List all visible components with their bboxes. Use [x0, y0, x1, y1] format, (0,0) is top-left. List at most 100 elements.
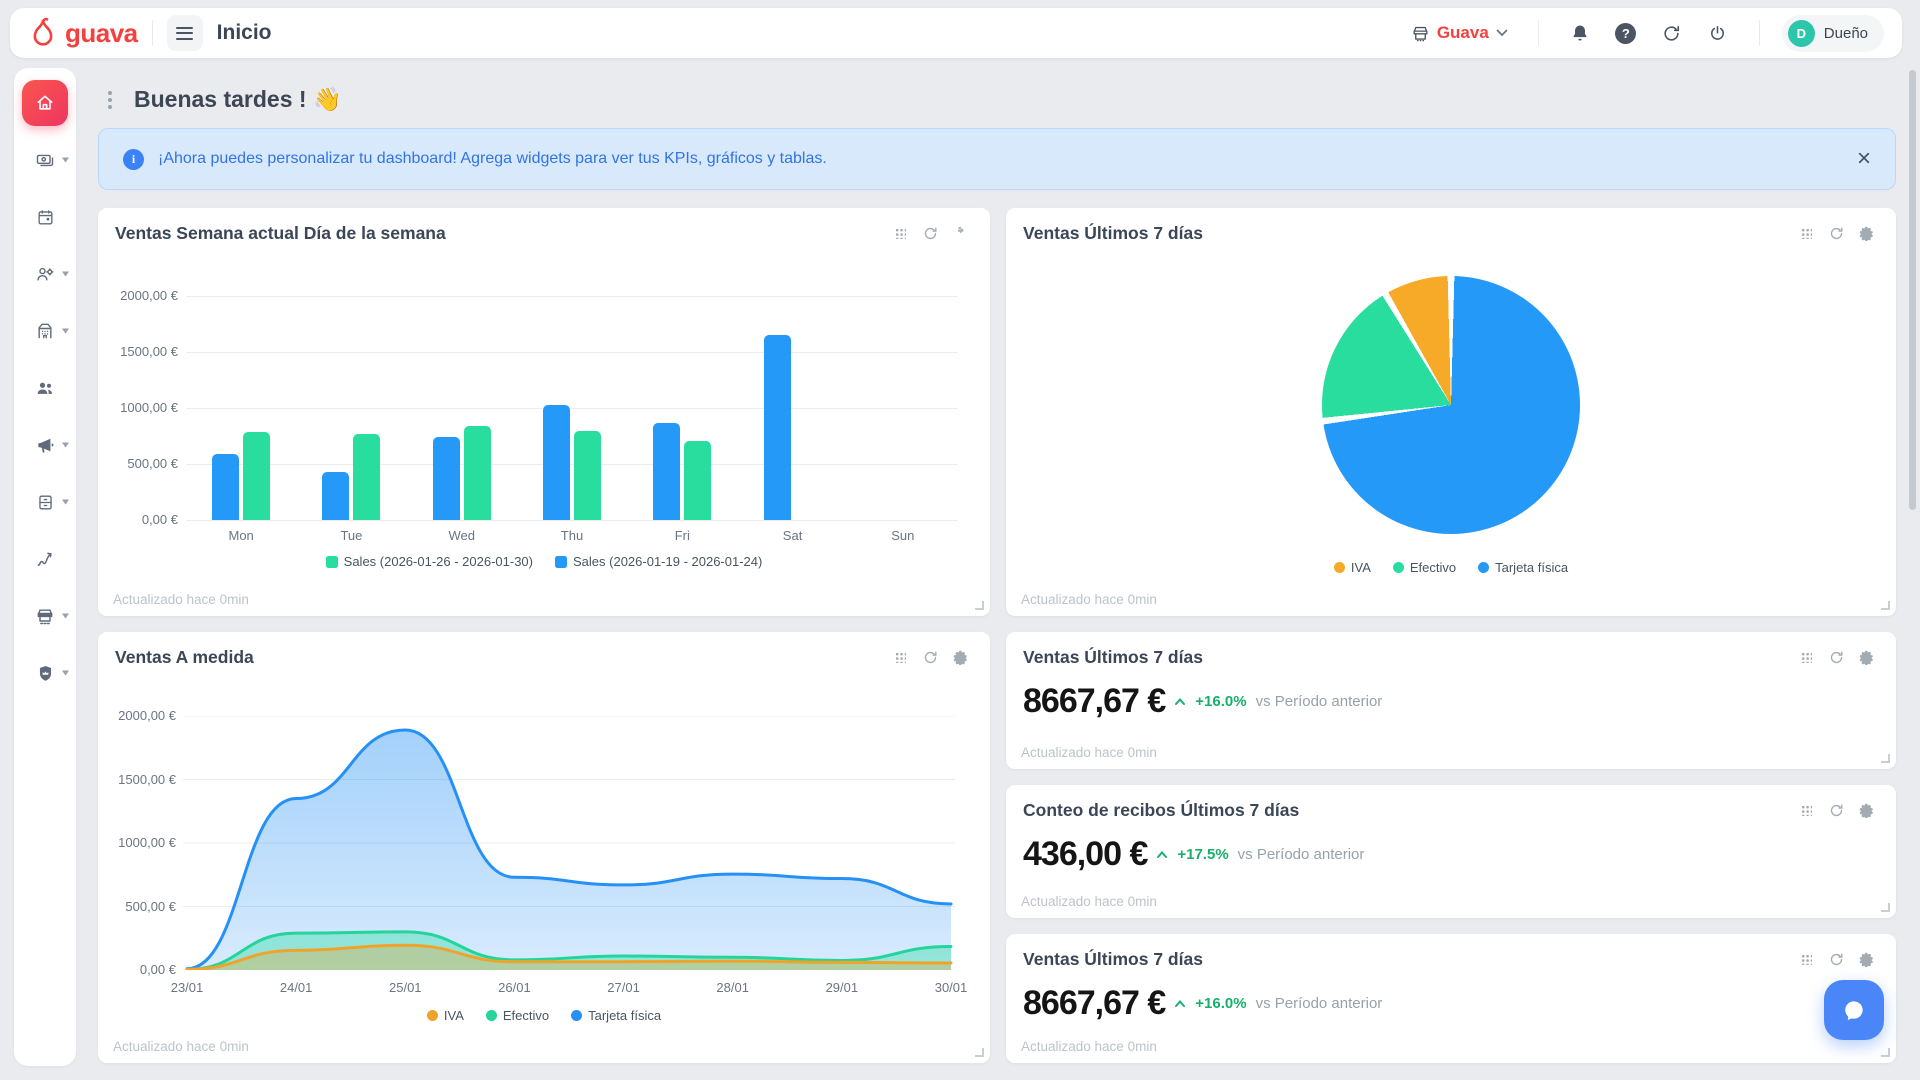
drag-handle-icon[interactable] — [892, 225, 908, 241]
card-title: Conteo de recibos Últimos 7 días — [1023, 800, 1299, 821]
kpi-value: 8667,67 € — [1023, 682, 1165, 721]
refresh-icon[interactable] — [1828, 802, 1844, 818]
resize-handle[interactable] — [1881, 1048, 1890, 1057]
pie-chart — [1322, 276, 1580, 534]
stats-icon — [35, 549, 55, 569]
info-banner: i ¡Ahora puedes personalizar tu dashboar… — [98, 128, 1896, 190]
kpi-compare: vs Período anterior — [1256, 995, 1383, 1012]
legend-item[interactable]: Efectivo — [486, 1008, 549, 1023]
resize-handle[interactable] — [1881, 601, 1890, 610]
gear-icon[interactable] — [952, 649, 968, 665]
trend-up-icon — [1156, 850, 1168, 859]
top-navbar: guava Inicio Guava — [10, 8, 1902, 58]
bell-icon — [1570, 23, 1590, 43]
hamburger-menu-button[interactable] — [167, 15, 203, 51]
sidebar-item-staff[interactable] — [22, 251, 68, 297]
caret-down-icon — [62, 158, 69, 163]
refresh-icon[interactable] — [1828, 951, 1844, 967]
caret-down-icon — [62, 443, 69, 448]
card-updated: Actualizado hace 0min — [1021, 1039, 1157, 1054]
bar-Tue — [322, 472, 349, 520]
guava-pear-icon — [28, 17, 58, 49]
legend-item[interactable]: Tarjeta física — [571, 1008, 661, 1023]
refresh-icon[interactable] — [1828, 649, 1844, 665]
staff-gear-icon — [35, 264, 55, 284]
legend-item[interactable]: Sales (2026-01-26 - 2026-01-30) — [326, 554, 533, 569]
kpi-value: 436,00 € — [1023, 835, 1147, 874]
sidebar-item-payments[interactable] — [22, 137, 68, 183]
drag-handle-icon[interactable] — [1798, 225, 1814, 241]
store-name: Guava — [1437, 23, 1489, 43]
store-selector[interactable]: Guava — [1403, 17, 1516, 49]
help-button[interactable]: ? — [1607, 14, 1645, 52]
chat-widget-button[interactable] — [1824, 980, 1884, 1040]
kpi-value: 8667,67 € — [1023, 984, 1165, 1023]
banner-close-button[interactable]: × — [1857, 147, 1871, 171]
bar-Thu — [543, 405, 570, 520]
brand-text: guava — [65, 18, 138, 49]
chevron-down-icon — [1496, 29, 1508, 37]
scrollbar-track — [1906, 0, 1920, 1080]
legend-item[interactable]: IVA — [1334, 560, 1371, 575]
gear-icon[interactable] — [1858, 802, 1874, 818]
gear-icon[interactable] — [1858, 649, 1874, 665]
user-name: Dueño — [1824, 25, 1868, 42]
refresh-icon — [1662, 24, 1681, 43]
kpi-compare: vs Período anterior — [1238, 846, 1365, 863]
kpi-delta: +17.5% — [1177, 846, 1228, 863]
bar-Fri — [684, 441, 711, 520]
resize-handle[interactable] — [975, 1048, 984, 1057]
refresh-icon[interactable] — [1828, 225, 1844, 241]
scrollbar-thumb[interactable] — [1909, 70, 1916, 510]
sidebar-item-admin[interactable] — [22, 650, 68, 696]
gear-icon[interactable] — [1858, 951, 1874, 967]
drag-handle-icon[interactable] — [1798, 951, 1814, 967]
legend-item[interactable]: Sales (2026-01-19 - 2026-01-24) — [555, 554, 762, 569]
customers-icon — [35, 378, 55, 398]
notifications-button[interactable] — [1561, 14, 1599, 52]
x-tick-label: 23/01 — [152, 980, 222, 995]
gear-icon[interactable] — [1858, 225, 1874, 241]
user-menu[interactable]: D Dueño — [1782, 15, 1884, 52]
drag-handle-icon[interactable] — [1798, 802, 1814, 818]
card-kpi-receipts-7d: Conteo de recibos Últimos 7 días 436,00 … — [1006, 785, 1896, 918]
x-tick-label: 24/01 — [261, 980, 331, 995]
reload-button[interactable] — [1653, 14, 1691, 52]
hamburger-icon — [176, 27, 193, 40]
sidebar-item-customers[interactable] — [22, 365, 68, 411]
pos-icon — [35, 606, 55, 626]
kebab-menu-icon[interactable] — [108, 91, 112, 109]
card-title: Ventas Últimos 7 días — [1023, 223, 1203, 244]
area-plot-area — [183, 716, 955, 970]
logout-button[interactable] — [1699, 14, 1737, 52]
sidebar-item-marketing[interactable] — [22, 422, 68, 468]
gear-icon[interactable] — [952, 225, 968, 241]
sidebar-item-pos[interactable] — [22, 593, 68, 639]
chat-bubble-icon — [1841, 997, 1867, 1023]
refresh-icon[interactable] — [922, 649, 938, 665]
sidebar — [14, 68, 76, 1066]
resize-handle[interactable] — [1881, 903, 1890, 912]
caret-down-icon — [62, 329, 69, 334]
refresh-icon[interactable] — [922, 225, 938, 241]
sidebar-item-calendar[interactable] — [22, 194, 68, 240]
resize-handle[interactable] — [975, 601, 984, 610]
resize-handle[interactable] — [1881, 754, 1890, 763]
x-tick-label: 29/01 — [807, 980, 877, 995]
help-icon: ? — [1615, 23, 1636, 44]
drag-handle-icon[interactable] — [892, 649, 908, 665]
legend-item[interactable]: Efectivo — [1393, 560, 1456, 575]
legend-item[interactable]: Tarjeta física — [1478, 560, 1568, 575]
card-area-chart: Ventas A medida 2000,00 €1500,00 €1000,0… — [98, 632, 990, 1063]
brand-logo[interactable]: guava — [28, 17, 138, 49]
y-tick-label: 0,00 € — [100, 512, 178, 527]
x-tick-label: Sun — [868, 528, 938, 543]
sidebar-item-store[interactable] — [22, 308, 68, 354]
legend-item[interactable]: IVA — [427, 1008, 464, 1023]
sidebar-item-home[interactable] — [22, 80, 68, 126]
sidebar-item-reports[interactable] — [22, 536, 68, 582]
x-tick-label: Thu — [537, 528, 607, 543]
sidebar-item-cash-drawer[interactable] — [22, 479, 68, 525]
drag-handle-icon[interactable] — [1798, 649, 1814, 665]
shield-crown-icon — [36, 664, 55, 683]
